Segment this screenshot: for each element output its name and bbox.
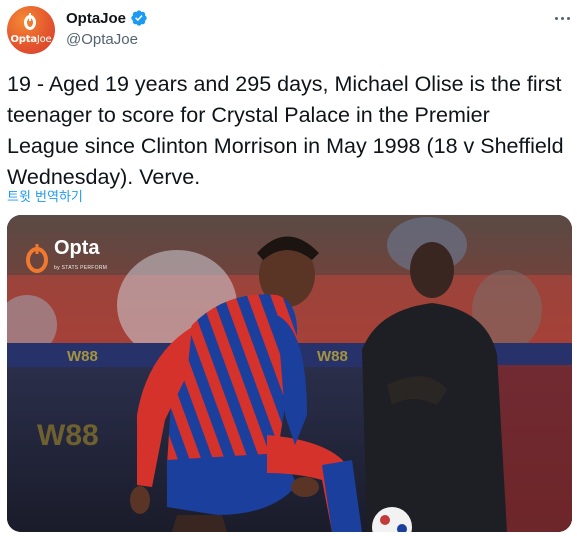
avatar[interactable]: OptaJoe: [7, 6, 55, 54]
verified-badge-icon: [131, 10, 147, 26]
avatar-brand: OptaJoe: [10, 34, 52, 45]
translate-tweet-link[interactable]: 트윗 번역하기: [7, 186, 83, 205]
opta-o-logo-icon: [24, 13, 36, 30]
opta-logo-icon: [26, 244, 48, 273]
more-dot: [566, 16, 570, 20]
more-horizontal-icon: [554, 16, 558, 20]
more-options-button[interactable]: [548, 6, 576, 30]
account-handle[interactable]: @OptaJoe: [66, 31, 138, 48]
tweet-text: 19 - Aged 19 years and 295 days, Michael…: [7, 72, 564, 189]
tweet-photo[interactable]: W88 W88 W88 W88: [7, 215, 572, 532]
opta-watermark-text: Opta by STATS PERFORM: [54, 237, 108, 277]
name-line: OptaJoe: [66, 9, 148, 27]
more-dot: [560, 16, 564, 20]
tweet-card: OptaJoe OptaJoe @OptaJoe 19 - Aged 19 ye…: [0, 0, 577, 536]
opta-watermark: Opta by STATS PERFORM: [25, 237, 108, 277]
board-text-top-right: W88: [317, 348, 348, 365]
display-name[interactable]: OptaJoe: [66, 10, 126, 27]
board-text: W88: [37, 419, 99, 452]
opta-watermark-brand: Opta: [54, 237, 100, 259]
opta-watermark-sub: by STATS PERFORM: [54, 265, 108, 271]
board-text-top: W88: [67, 348, 98, 365]
